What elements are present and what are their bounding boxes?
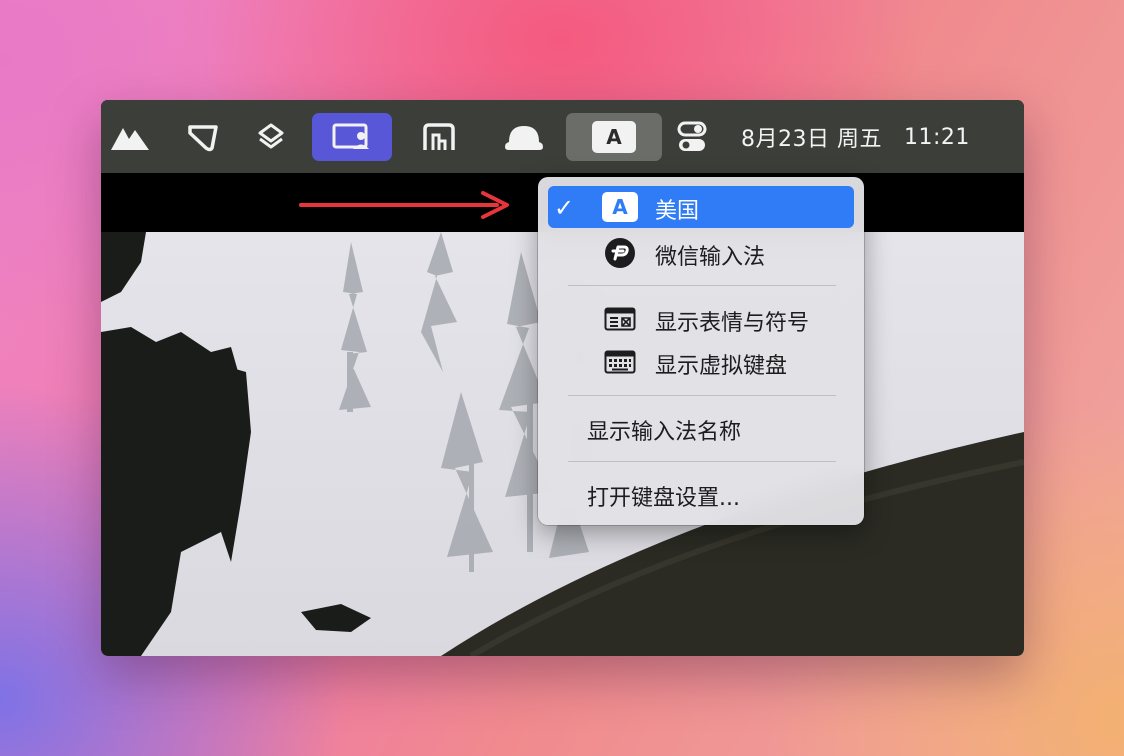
menu-item-label: 显示虚拟键盘: [655, 354, 788, 379]
menu-item-show-keyboard[interactable]: 显示虚拟键盘: [548, 341, 854, 383]
menu-item-label: 显示表情与符号: [655, 311, 810, 336]
menu-item-show-input-name[interactable]: 显示输入法名称: [548, 407, 854, 449]
menu-item-wechat-ime[interactable]: 微信输入法: [548, 232, 854, 274]
annotation-arrow: [299, 191, 509, 219]
menu-item-label: 打开键盘设置...: [587, 486, 740, 511]
screen-share-icon[interactable]: [312, 113, 392, 161]
menu-separator: [568, 461, 836, 462]
mountains-icon[interactable]: [105, 113, 155, 161]
wechat-ime-icon: [602, 238, 638, 268]
us-keyboard-icon: A: [602, 192, 638, 222]
menu-item-open-keyboard-settings[interactable]: 打开键盘设置...: [548, 473, 854, 515]
menu-bar-date: 8月23日 周五: [741, 127, 882, 152]
input-source-icon[interactable]: A: [566, 113, 662, 161]
emoji-symbols-icon: [602, 304, 638, 334]
notch-app-icon[interactable]: [177, 113, 229, 161]
menu-item-us[interactable]: ✓ A 美国: [548, 186, 854, 228]
control-center-icon[interactable]: [670, 113, 714, 161]
checkmark-icon: ✓: [554, 194, 575, 222]
cloud-dome-icon[interactable]: [497, 113, 551, 161]
stage-manager-icon[interactable]: [411, 113, 467, 161]
menu-separator: [568, 395, 836, 396]
menu-item-show-emoji[interactable]: 显示表情与符号: [548, 298, 854, 340]
menu-item-label: 显示输入法名称: [587, 420, 742, 445]
menu-bar-clock[interactable]: 8月23日 周五 11:21: [741, 114, 970, 160]
layers-icon[interactable]: [245, 113, 297, 161]
menu-bar: A 8月23日 周五 11:21: [101, 100, 1024, 173]
app-window: A 8月23日 周五 11:21 ✓ A 美国 微信输入法 显示表情与符号 显示…: [101, 100, 1024, 656]
input-source-letter: A: [592, 121, 636, 153]
menu-separator: [568, 285, 836, 286]
virtual-keyboard-icon: [602, 347, 638, 377]
input-source-menu: ✓ A 美国 微信输入法 显示表情与符号 显示虚拟键盘 显示输入法名称 打开键盘…: [538, 177, 864, 525]
menu-bar-time: 11:21: [904, 124, 970, 150]
menu-item-label: 美国: [655, 199, 700, 224]
menu-item-label: 微信输入法: [655, 245, 766, 270]
